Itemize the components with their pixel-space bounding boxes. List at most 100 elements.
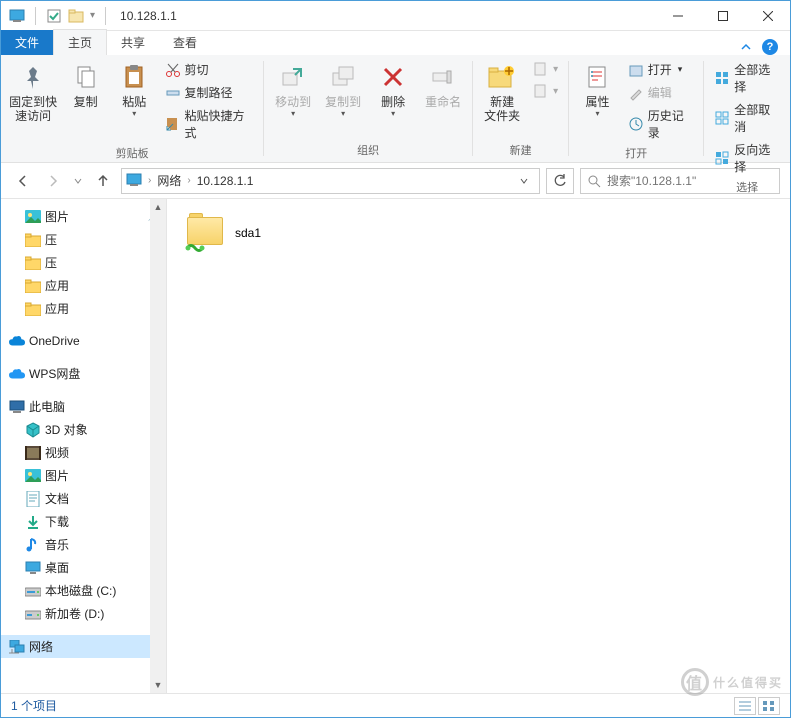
status-text: 1 个项目: [11, 697, 57, 714]
scrollbar[interactable]: ▲ ▼: [150, 199, 166, 693]
qat-checkbox-icon[interactable]: [46, 8, 62, 24]
tree-item-documents[interactable]: 文档: [1, 487, 166, 510]
tree-item-this-pc[interactable]: 此电脑: [1, 395, 166, 418]
tree-item-disk-c[interactable]: 本地磁盘 (C:): [1, 579, 166, 602]
rename-icon: [427, 61, 459, 93]
cut-button[interactable]: 剪切: [161, 59, 258, 80]
close-button[interactable]: [745, 1, 790, 30]
tree-item-app[interactable]: 应用: [1, 297, 166, 320]
ribbon-group-label: 组织: [357, 140, 379, 160]
tree-item-network[interactable]: 网络: [1, 635, 166, 658]
content-pane[interactable]: sda1: [167, 199, 790, 693]
select-all-button[interactable]: 全部选择: [710, 59, 784, 97]
move-to-button[interactable]: 移动到 ▾: [270, 59, 316, 121]
chevron-down-icon: ▾: [132, 109, 136, 119]
maximize-button[interactable]: [700, 1, 745, 30]
history-button[interactable]: 历史记录: [624, 105, 698, 143]
network-icon: [9, 639, 25, 655]
new-item-button[interactable]: ▾: [529, 59, 562, 79]
paste-shortcut-button[interactable]: 粘贴快捷方式: [161, 105, 258, 143]
ribbon-group-organize: 移动到 ▾ 复制到 ▾ 删除 ▾ 重命名 组织: [264, 55, 472, 162]
desktop-icon: [25, 560, 41, 576]
ribbon-group-label: 新建: [510, 140, 532, 160]
status-bar: 1 个项目: [1, 693, 790, 717]
document-icon: [25, 491, 41, 507]
tree-item-compress[interactable]: 压: [1, 228, 166, 251]
scissors-icon: [165, 62, 181, 78]
qat-folder-icon[interactable]: [68, 8, 84, 24]
collapse-ribbon-icon[interactable]: [740, 41, 752, 53]
help-icon[interactable]: ?: [762, 39, 778, 55]
qat-dropdown-icon[interactable]: ▾: [90, 10, 95, 21]
icons-view-button[interactable]: [758, 697, 780, 715]
copy-button[interactable]: 复制: [63, 59, 108, 111]
tab-view[interactable]: 查看: [159, 30, 211, 55]
chevron-right-icon[interactable]: ›: [187, 175, 190, 186]
ribbon-group-select: 全部选择 全部取消 反向选择 选择: [704, 55, 790, 162]
breadcrumb-current[interactable]: 10.128.1.1: [197, 174, 254, 188]
download-icon: [25, 514, 41, 530]
chevron-right-icon[interactable]: ›: [148, 175, 151, 186]
tab-share[interactable]: 共享: [107, 30, 159, 55]
tree-item-compress[interactable]: 压: [1, 251, 166, 274]
titlebar: ▾ 10.128.1.1: [1, 1, 790, 31]
video-icon: [25, 445, 41, 461]
delete-button[interactable]: 删除 ▾: [370, 59, 416, 121]
onedrive-icon: [9, 333, 25, 349]
address-bar[interactable]: › 网络 › 10.128.1.1: [121, 168, 540, 194]
up-button[interactable]: [91, 169, 115, 193]
paste-button[interactable]: 粘贴 ▾: [112, 59, 157, 121]
tree-item-videos[interactable]: 视频: [1, 441, 166, 464]
minimize-button[interactable]: [655, 1, 700, 30]
move-to-icon: [277, 61, 309, 93]
file-item-sda1[interactable]: sda1: [183, 209, 403, 257]
address-dropdown[interactable]: [513, 176, 535, 186]
navigation-tree: 图片📌 压 压 应用 应用 OneDrive WPS网盘 此电脑 3D 对象 视…: [1, 199, 167, 693]
scroll-down-icon[interactable]: ▼: [150, 677, 166, 693]
ribbon-group-new: 新建 文件夹 ▾ ▾ 新建: [473, 55, 568, 162]
tree-item-downloads[interactable]: 下载: [1, 510, 166, 533]
details-view-button[interactable]: [734, 697, 756, 715]
refresh-button[interactable]: [546, 168, 574, 194]
ribbon: 固定到快 速访问 复制 粘贴 ▾ 剪切: [1, 55, 790, 163]
tree-item-pictures[interactable]: 图片📌: [1, 205, 166, 228]
copy-path-icon: [165, 85, 181, 101]
separator: [35, 7, 36, 25]
pictures-icon: [25, 468, 41, 484]
tree-item-wps[interactable]: WPS网盘: [1, 362, 166, 385]
tree-item-pictures[interactable]: 图片: [1, 464, 166, 487]
open-icon: [628, 62, 644, 78]
pin-to-quick-access-button[interactable]: 固定到快 速访问: [7, 59, 59, 126]
edit-icon: [628, 85, 644, 101]
folder-icon: [25, 301, 41, 317]
invert-selection-button[interactable]: 反向选择: [710, 139, 784, 177]
new-folder-button[interactable]: 新建 文件夹: [479, 59, 525, 126]
location-icon: [126, 173, 142, 189]
scroll-up-icon[interactable]: ▲: [150, 199, 166, 215]
ribbon-group-label: 打开: [625, 143, 647, 163]
select-none-button[interactable]: 全部取消: [710, 99, 784, 137]
copy-path-button[interactable]: 复制路径: [161, 82, 258, 103]
rename-button[interactable]: 重命名: [420, 59, 466, 111]
tree-item-desktop[interactable]: 桌面: [1, 556, 166, 579]
wps-icon: [9, 366, 25, 382]
tab-home[interactable]: 主页: [53, 29, 107, 55]
folder-icon: [25, 255, 41, 271]
tab-file[interactable]: 文件: [1, 30, 53, 55]
folder-icon: [25, 232, 41, 248]
tree-item-onedrive[interactable]: OneDrive: [1, 330, 166, 352]
tree-item-disk-d[interactable]: 新加卷 (D:): [1, 602, 166, 625]
tree-item-3d-objects[interactable]: 3D 对象: [1, 418, 166, 441]
easy-access-button[interactable]: ▾: [529, 81, 562, 101]
copy-to-button[interactable]: 复制到 ▾: [320, 59, 366, 121]
forward-button[interactable]: [41, 169, 65, 193]
back-button[interactable]: [11, 169, 35, 193]
breadcrumb-network[interactable]: 网络: [157, 172, 181, 189]
open-button[interactable]: 打开▾: [624, 59, 698, 80]
edit-button[interactable]: 编辑: [624, 82, 698, 103]
tree-item-music[interactable]: 音乐: [1, 533, 166, 556]
properties-button[interactable]: 属性 ▾: [575, 59, 620, 121]
recent-dropdown[interactable]: [71, 169, 85, 193]
tree-item-app[interactable]: 应用: [1, 274, 166, 297]
music-icon: [25, 537, 41, 553]
